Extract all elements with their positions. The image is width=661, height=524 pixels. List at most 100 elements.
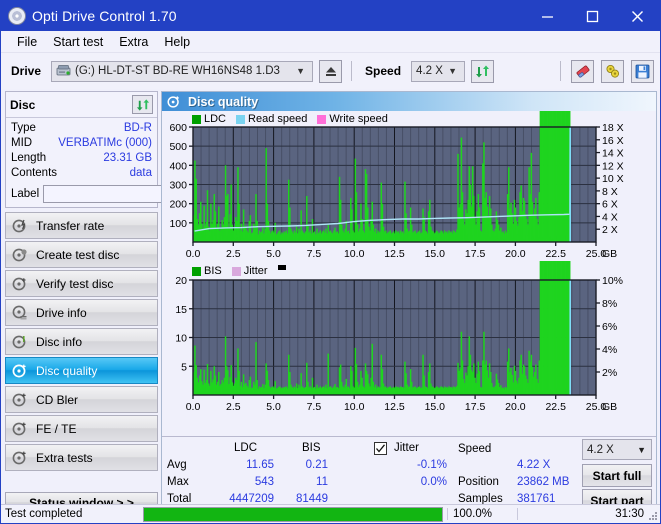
svg-text:500: 500 — [169, 141, 187, 153]
svg-text:10: 10 — [175, 333, 187, 345]
disc-row-contents-key: Contents — [11, 167, 58, 179]
legend-marker-black — [277, 265, 286, 270]
legend-entry-ldc: LDC — [192, 113, 226, 125]
sidebar-item-label: Verify test disc — [36, 276, 114, 291]
status-text: Test completed — [5, 508, 83, 520]
chevron-down-icon: ▼ — [296, 65, 306, 76]
disc-refresh-button[interactable] — [132, 95, 153, 114]
svg-text:6 X: 6 X — [602, 199, 618, 211]
sidebar-item-label: FE / TE — [36, 421, 77, 436]
svg-text:7.5: 7.5 — [307, 248, 322, 260]
disc-panel: Disc Type BD-R MID VERBATIMc (000) Lengt… — [5, 91, 252, 208]
chevron-down-icon: ▼ — [637, 444, 646, 455]
legend-label-jitter: Jitter — [243, 265, 268, 277]
svg-text:8%: 8% — [602, 298, 617, 310]
refresh-icon — [476, 65, 490, 77]
stats-header-ldc: LDC — [234, 442, 258, 454]
status-bar: Test completed 100.0% 31:30 — [1, 504, 660, 523]
sidebar-item-create-test-disc[interactable]: Create test disc — [5, 241, 158, 268]
eject-button[interactable] — [319, 59, 343, 83]
sidebar-item-verify-test-disc[interactable]: Verify test disc — [5, 270, 158, 297]
refresh-icon — [136, 98, 149, 111]
sidebar-item-disc-info[interactable]: Disc info — [5, 328, 158, 355]
sidebar-item-drive-info[interactable]: Drive info — [5, 299, 158, 326]
disc-quality-panel: Disc quality LDC Read speed Write speed … — [161, 91, 657, 515]
menu-item-file[interactable]: File — [9, 33, 45, 51]
svg-text:600: 600 — [169, 122, 187, 134]
ldc-chart-block: LDC Read speed Write speed 100 200 300 400 5… — [162, 111, 656, 261]
close-icon[interactable] — [615, 1, 660, 31]
sidebar-item-cd-bler[interactable]: CD Bler — [5, 386, 158, 413]
legend-label-write-speed: Write speed — [329, 113, 388, 125]
svg-text:GB: GB — [602, 248, 617, 260]
disc-quality-icon — [12, 364, 26, 377]
sidebar-item-extra-tests[interactable]: Extra tests — [5, 444, 158, 471]
main-body: Disc Type BD-R MID VERBATIMc (000) Lengt… — [1, 89, 660, 517]
speed-stat-label: Speed — [458, 443, 492, 455]
svg-text:200: 200 — [169, 199, 187, 211]
speed-select[interactable]: 4.2 X ▼ — [411, 60, 466, 82]
svg-text:15: 15 — [175, 304, 187, 316]
maximize-icon[interactable] — [570, 1, 615, 31]
disc-label-row: Label — [11, 184, 252, 203]
svg-text:12.5: 12.5 — [384, 248, 405, 260]
save-button[interactable] — [631, 59, 654, 83]
svg-text:20.0: 20.0 — [505, 401, 526, 413]
jitter-max-value: 0.0% — [420, 476, 447, 488]
position-stat-value: 23862 MB — [517, 476, 570, 488]
disc-row-length-value: 23.31 GB — [103, 152, 152, 164]
disc-verify-icon — [12, 277, 26, 290]
erase-button[interactable] — [571, 59, 594, 83]
drive-select[interactable]: (G:) HL-DT-ST BD-RE WH16NS48 1.D3 ▼ — [51, 60, 314, 82]
svg-text:16 X: 16 X — [602, 135, 624, 147]
disc-create-icon — [12, 248, 27, 261]
jitter-checkbox[interactable] — [374, 442, 387, 455]
svg-text:2.5: 2.5 — [226, 248, 241, 260]
legend-label-read-speed: Read speed — [248, 113, 308, 125]
disc-panel-title: Disc — [10, 97, 36, 112]
disc-row-length-key: Length — [11, 152, 47, 164]
menu-item-help[interactable]: Help — [156, 33, 198, 51]
legend-entry-jitter: Jitter — [231, 265, 268, 277]
stats-row-label-max: Max — [167, 476, 189, 488]
legend-entry-read-speed: Read speed — [236, 113, 307, 125]
disc-rate-icon — [12, 219, 26, 232]
ldc-avg-value: 11.65 — [246, 459, 274, 471]
svg-text:6%: 6% — [602, 321, 617, 333]
svg-text:10.0: 10.0 — [344, 248, 365, 260]
bis-avg-value: 0.21 — [305, 459, 328, 471]
disc-row-contents-value: data — [129, 167, 152, 179]
disc-panel-header: Disc — [6, 92, 157, 118]
svg-text:GB: GB — [602, 401, 617, 413]
svg-text:8 X: 8 X — [602, 186, 618, 198]
bis-max-value: 11 — [316, 476, 328, 488]
svg-text:300: 300 — [169, 180, 187, 192]
menu-bar: File Start test Extra Help — [1, 31, 660, 53]
disc-fete-icon — [12, 422, 26, 435]
jitter-avg-value: -0.1% — [416, 459, 447, 471]
sidebar-item-label: CD Bler — [36, 392, 79, 407]
panel-header: Disc quality — [162, 92, 656, 111]
tools-button[interactable] — [601, 59, 624, 83]
sidebar-item-disc-quality[interactable]: Disc quality — [5, 357, 158, 384]
sidebar-item-label: Create test disc — [36, 247, 120, 262]
svg-text:12 X: 12 X — [602, 160, 624, 172]
stats-header-bis: BIS — [302, 442, 321, 454]
disc-row-mid-key: MID — [11, 137, 33, 149]
svg-text:100: 100 — [169, 218, 187, 230]
menu-item-extra[interactable]: Extra — [111, 33, 156, 51]
window-title: Opti Drive Control 1.70 — [32, 8, 177, 24]
sidebar-item-fe-te[interactable]: FE / TE — [5, 415, 158, 442]
app-disc-icon — [8, 7, 26, 25]
test-speed-select-value: 4.2 X — [587, 443, 614, 456]
start-full-button[interactable]: Start full — [582, 464, 652, 487]
minimize-icon[interactable] — [525, 1, 570, 31]
sidebar-item-transfer-rate[interactable]: Transfer rate — [5, 212, 158, 239]
disc-info-icon — [12, 335, 26, 348]
refresh-button[interactable] — [471, 59, 495, 83]
svg-text:2.5: 2.5 — [226, 401, 241, 413]
menu-item-start-test[interactable]: Start test — [45, 33, 111, 51]
resize-grip-icon[interactable] — [646, 509, 658, 521]
speed-stat-value: 4.22 X — [517, 459, 551, 471]
test-speed-select[interactable]: 4.2 X ▼ — [582, 439, 652, 460]
